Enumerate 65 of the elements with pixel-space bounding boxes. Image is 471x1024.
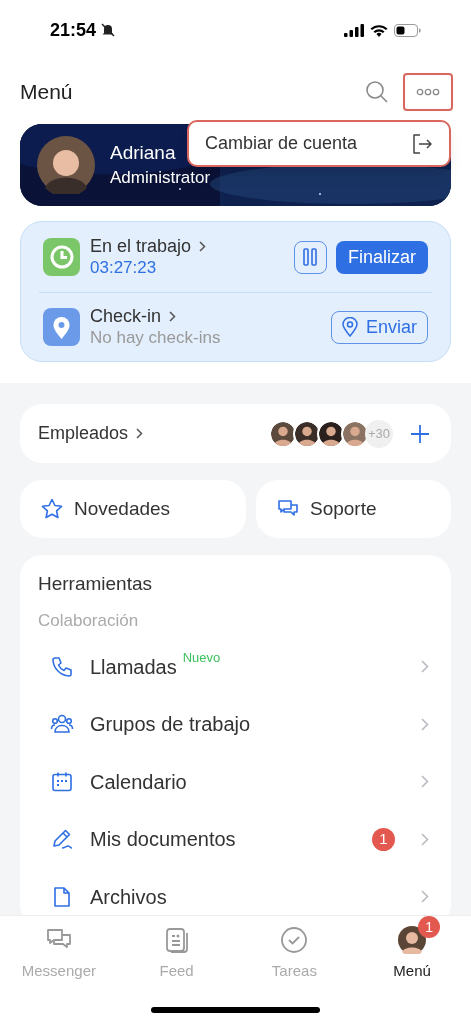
employees-label: Empleados <box>38 422 129 445</box>
more-button[interactable] <box>403 73 453 111</box>
battery-icon <box>394 23 421 37</box>
star-icon <box>40 497 64 521</box>
avatar-icon <box>398 926 427 954</box>
new-tag: Nuevo <box>182 648 221 668</box>
work-timer: 03:27:23 <box>90 257 158 279</box>
more-count: +30 <box>365 419 393 448</box>
pause-button[interactable] <box>293 240 327 274</box>
check-circle-icon <box>280 926 309 954</box>
work-status[interactable]: En el trabajo <box>90 235 192 257</box>
location-pin-icon <box>341 317 358 337</box>
avatar-icon <box>317 419 345 448</box>
chevron-right-icon <box>421 890 429 904</box>
tool-item[interactable]: Mis documentos 1 <box>20 810 431 868</box>
avatar-icon <box>293 419 321 448</box>
count-badge: 1 <box>372 827 395 851</box>
avatar-icon <box>37 136 95 194</box>
tool-label: Grupos de trabajo <box>90 712 251 738</box>
shortcut-label: Novedades <box>74 496 171 521</box>
signal-icon <box>344 23 364 37</box>
send-button[interactable]: Enviar <box>330 310 428 344</box>
profile-name: Adriana <box>110 141 177 165</box>
finish-button[interactable]: Finalizar <box>335 240 428 274</box>
tab[interactable]: 1 Menú <box>353 916 471 988</box>
checkin-status: No hay check-ins <box>90 327 222 349</box>
chevron-right-icon <box>421 717 429 731</box>
section-label: Colaboración <box>38 610 140 632</box>
tool-label: Archivos <box>90 884 167 910</box>
muted-bell-icon <box>100 22 117 38</box>
chevron-right-icon <box>199 240 207 252</box>
chevron-right-icon <box>421 832 429 846</box>
page-title: Menú <box>20 79 73 106</box>
tool-item[interactable]: Grupos de trabajo <box>20 695 431 753</box>
phone-icon <box>50 654 74 679</box>
profile-role: Administrator <box>110 167 211 189</box>
plus-icon[interactable] <box>411 424 429 443</box>
tool-label: Mis documentos <box>90 827 236 853</box>
chevron-right-icon <box>421 660 429 674</box>
tool-item[interactable]: Archivos <box>20 868 431 915</box>
count-badge: 1 <box>418 916 441 938</box>
employees-card[interactable]: Empleados +30 <box>20 404 451 463</box>
chevron-right-icon <box>421 775 429 789</box>
shortcut-label: Soporte <box>310 496 377 521</box>
more-dots-icon <box>416 88 440 96</box>
status-time: 21:54 <box>50 18 97 42</box>
tool-label: Calendario <box>90 769 187 795</box>
tools-title: Herramientas <box>38 572 154 596</box>
avatar-icon <box>269 419 297 448</box>
menu-item[interactable]: Cambiar de cuenta <box>189 122 449 165</box>
pause-icon <box>303 248 318 266</box>
chevron-right-icon <box>136 428 144 439</box>
shortcut-card[interactable]: Novedades <box>20 480 246 538</box>
search-icon[interactable] <box>365 80 389 104</box>
checkin-title[interactable]: Check-in <box>90 305 162 327</box>
pen-icon <box>50 827 74 852</box>
wifi-icon <box>370 23 388 37</box>
shortcut-card[interactable]: Soporte <box>256 480 451 538</box>
location-pin-icon <box>43 308 80 346</box>
clock-icon <box>43 238 80 276</box>
chevron-right-icon <box>169 310 177 322</box>
tool-item[interactable]: Llamadas Nuevo <box>20 638 431 696</box>
tool-item[interactable]: Calendario <box>20 753 431 811</box>
logout-icon <box>411 132 433 155</box>
tool-label: Llamadas <box>90 654 177 680</box>
